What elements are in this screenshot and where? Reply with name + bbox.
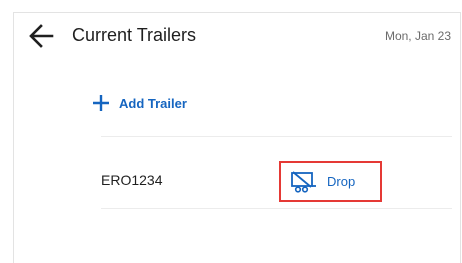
back-button[interactable] [28,23,54,49]
add-trailer-label: Add Trailer [119,95,187,111]
arrow-left-icon [29,24,54,48]
current-date: Mon, Jan 23 [384,29,451,43]
trailer-id: ERO1234 [101,172,163,188]
current-trailers-panel: Current Trailers Mon, Jan 23 Add Trailer… [13,12,461,263]
divider [101,136,452,137]
trailer-row: ERO1234 Drop [101,157,452,205]
trailer-drop-icon [291,170,316,193]
drop-label: Drop [327,174,356,189]
divider [101,208,452,209]
page-title: Current Trailers [72,25,197,45]
drop-button[interactable]: Drop [279,161,382,202]
header: Current Trailers Mon, Jan 23 [14,13,460,59]
add-trailer-button[interactable]: Add Trailer [92,92,187,114]
plus-icon [93,95,109,111]
